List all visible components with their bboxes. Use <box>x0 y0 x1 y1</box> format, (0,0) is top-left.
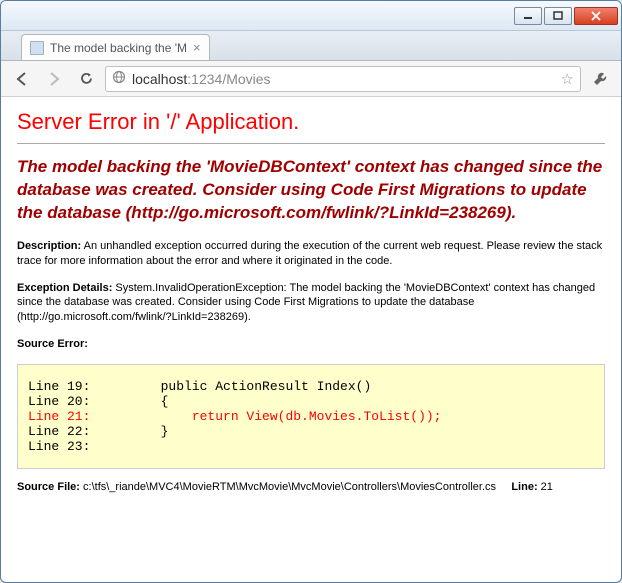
address-bar[interactable]: localhost:1234/Movies ☆ <box>105 66 581 92</box>
browser-tab[interactable]: The model backing the 'M × <box>21 34 210 60</box>
page-favicon-icon <box>30 41 44 55</box>
globe-icon <box>112 70 126 87</box>
close-button[interactable] <box>574 7 618 25</box>
page-content: Server Error in '/' Application. The mod… <box>1 97 621 582</box>
tab-strip: The model backing the 'M × <box>1 31 621 61</box>
divider <box>17 143 605 144</box>
src-line-21: Line 21: return View(db.Movies.ToList())… <box>28 409 594 424</box>
forward-button[interactable] <box>41 66 67 92</box>
details-label: Exception Details: <box>17 282 112 294</box>
menu-wrench-icon[interactable] <box>587 66 613 92</box>
src-line-20: Line 20: { <box>28 394 594 409</box>
url-host: localhost <box>132 71 187 87</box>
src-line-23: Line 23: <box>28 439 594 454</box>
source-file-label: Source File: <box>17 481 80 493</box>
error-title: Server Error in '/' Application. <box>17 109 605 135</box>
src-line-19: Line 19: public ActionResult Index() <box>28 379 594 394</box>
source-error-heading: Source Error: <box>17 337 605 352</box>
browser-window: The model backing the 'M × localhost:123… <box>0 0 622 583</box>
line-number: 21 <box>538 481 553 493</box>
tab-title: The model backing the 'M <box>50 41 187 55</box>
bookmark-star-icon[interactable]: ☆ <box>561 70 574 88</box>
exception-details: Exception Details: System.InvalidOperati… <box>17 281 605 326</box>
line-label: Line: <box>511 481 537 493</box>
description-label: Description: <box>17 240 81 252</box>
minimize-button[interactable] <box>514 7 542 25</box>
url-port: 1234 <box>191 71 222 87</box>
source-file-line: Source File: c:\tfs\_riande\MVC4\MovieRT… <box>17 481 605 493</box>
browser-toolbar: localhost:1234/Movies ☆ <box>1 61 621 97</box>
src-line-22: Line 22: } <box>28 424 594 439</box>
source-error-label: Source Error: <box>17 338 88 350</box>
tab-close-icon[interactable]: × <box>193 40 201 55</box>
source-error-box: Line 19: public ActionResult Index()Line… <box>17 364 605 469</box>
description-text: An unhandled exception occurred during t… <box>17 240 602 267</box>
maximize-button[interactable] <box>544 7 572 25</box>
url-text: localhost:1234/Movies <box>132 71 271 87</box>
window-titlebar <box>1 1 621 31</box>
error-message: The model backing the 'MovieDBContext' c… <box>17 156 605 225</box>
source-file-path: c:\tfs\_riande\MVC4\MovieRTM\MvcMovie\Mv… <box>80 481 496 493</box>
reload-button[interactable] <box>73 66 99 92</box>
back-button[interactable] <box>9 66 35 92</box>
error-description: Description: An unhandled exception occu… <box>17 239 605 269</box>
url-path: /Movies <box>222 71 270 87</box>
